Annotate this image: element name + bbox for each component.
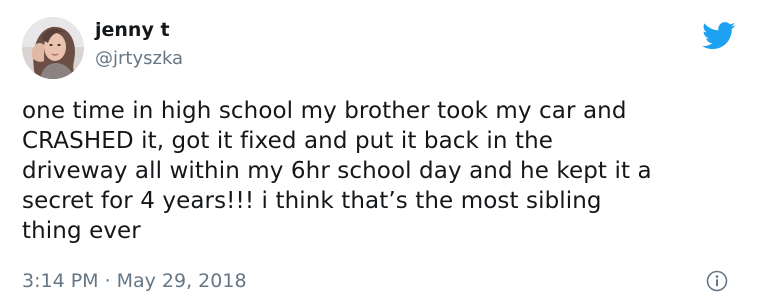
avatar[interactable] — [22, 17, 84, 79]
tweet-text-line: CRASHED it, got it fixed and put it back… — [22, 128, 553, 154]
info-icon[interactable] — [706, 270, 728, 292]
tweet-date[interactable]: May 29, 2018 — [117, 270, 247, 292]
tweet-text-line: secret for 4 years!!! i think that’s the… — [22, 188, 602, 214]
tweet-card: jenny t @jrtyszka one time in high schoo… — [0, 0, 758, 302]
twitter-bird-icon[interactable] — [702, 22, 736, 50]
tweet-time[interactable]: 3:14 PM — [22, 270, 99, 292]
tweet-timestamp[interactable]: 3:14 PM · May 29, 2018 — [22, 269, 247, 293]
user-handle[interactable]: @jrtyszka — [95, 47, 183, 71]
meta-separator: · — [104, 270, 111, 292]
tweet-text: one time in high school my brother took … — [22, 96, 742, 246]
tweet-text-line: driveway all within my 6hr school day an… — [22, 158, 652, 184]
display-name[interactable]: jenny t — [95, 17, 170, 43]
tweet-text-line: one time in high school my brother took … — [22, 98, 627, 124]
tweet-text-line: thing ever — [22, 218, 141, 244]
